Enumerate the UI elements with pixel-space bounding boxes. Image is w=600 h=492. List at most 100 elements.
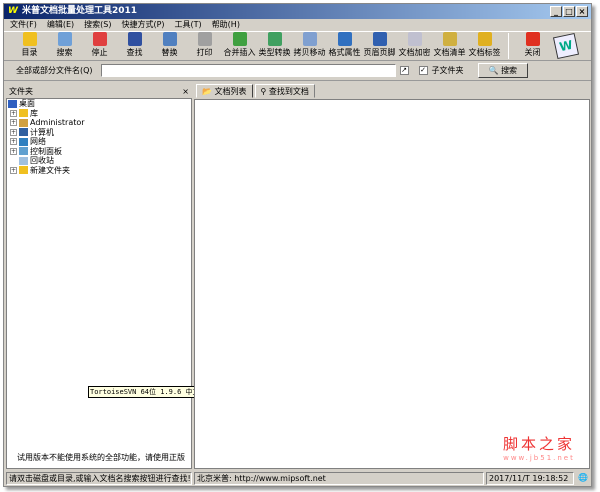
toolbar-icon — [407, 32, 422, 46]
toolbar-button[interactable]: 格式属性 — [327, 32, 362, 60]
folder-panel: 文件夹 × 桌面 + 库 + Administrator + 计算机 + 网络 + 控制面板 回收站 + 新… — [6, 86, 209, 469]
subfolder-checkbox[interactable]: ✓ — [418, 66, 428, 75]
toolbar-icon — [127, 32, 142, 46]
tree-node-label: 库 — [30, 108, 38, 118]
menu-help[interactable]: 帮助(H) — [212, 19, 240, 31]
globe-icon: 🌐 — [578, 473, 588, 482]
menu-bar: 文件(F) 编辑(E) 搜索(S) 快捷方式(P) 工具(T) 帮助(H) — [4, 19, 591, 31]
menu-search[interactable]: 搜索(S) — [84, 19, 111, 31]
toolbar-label: 文档加密 — [398, 48, 431, 57]
tree-node[interactable]: + 库 — [7, 109, 191, 119]
toolbar-label: 打印 — [196, 48, 213, 57]
tree-node[interactable]: + 新建文件夹 — [7, 166, 191, 176]
trial-notice: 试用版本不能使用系统的全部功能，请使用正版 — [17, 453, 185, 462]
folder-icon — [19, 137, 28, 146]
toolbar-button[interactable]: 搜索 — [47, 32, 82, 60]
menu-file[interactable]: 文件(F) — [10, 19, 37, 31]
toolbar-button[interactable]: 合并插入 — [222, 32, 257, 60]
folder-icon — [19, 109, 28, 118]
toolbar-icon — [197, 32, 212, 46]
tree-node-label: 桌面 — [19, 99, 35, 108]
search-button[interactable]: 🔍 搜索 — [477, 63, 529, 78]
window-title: 米普文档批量处理工具2011 — [21, 6, 137, 16]
toolbar-button[interactable]: 文档清单 — [432, 32, 467, 60]
toolbar-icon — [525, 32, 540, 46]
watermark-url: www.jb51.net — [503, 454, 575, 462]
tree-node-label: 新建文件夹 — [30, 165, 70, 175]
search-button-label: 搜索 — [501, 66, 518, 75]
filename-label: 全部或部分文件名(Q) — [16, 66, 93, 75]
menu-shortcut[interactable]: 快捷方式(P) — [121, 19, 164, 31]
toolbar-icon — [92, 32, 107, 46]
tree-node-label: 控制面板 — [30, 146, 62, 156]
tree-node[interactable]: + Administrator — [7, 118, 191, 128]
tab-document-list[interactable]: 📂 文档列表 — [196, 84, 253, 98]
status-hint: 请双击磁盘或目录,或输入文档名搜索按钮进行查找! — [6, 472, 192, 485]
maximize-button[interactable]: □ — [563, 6, 575, 17]
tree-node[interactable]: 回收站 — [7, 156, 191, 166]
app-logo-icon: W — [552, 32, 580, 60]
toolbar-label: 查找 — [126, 48, 143, 57]
app-logo-icon: W — [8, 6, 18, 16]
toolbar-button[interactable]: 关闭 — [515, 32, 550, 60]
filename-input[interactable] — [100, 64, 396, 77]
toolbar-label: 关闭 — [524, 48, 541, 57]
close-panel-icon[interactable]: × — [182, 86, 189, 97]
toolbar-icon — [442, 32, 457, 46]
document-list[interactable]: 脚本之家 www.jb51.net — [194, 99, 590, 469]
folder-panel-title: 文件夹 — [9, 87, 33, 96]
tree-node[interactable]: + 控制面板 — [7, 147, 191, 157]
expand-icon[interactable]: + — [10, 147, 17, 155]
toolbar-button[interactable]: 打印 — [187, 32, 222, 60]
toolbar-label: 文档清单 — [433, 48, 466, 57]
tab-found-documents[interactable]: ⚲ 查找到文档 — [254, 84, 315, 98]
toolbar-icon — [372, 32, 387, 46]
subfolder-label: 子文件夹 — [431, 66, 464, 75]
expand-icon[interactable]: + — [10, 138, 17, 146]
toolbar-icon — [302, 32, 317, 46]
browse-icon[interactable]: ↗ — [399, 66, 409, 75]
tree-node[interactable]: + 网络 — [7, 137, 191, 147]
toolbar-label: 文档标签 — [468, 48, 501, 57]
toolbar-button[interactable]: 拷贝移动 — [292, 32, 327, 60]
toolbar-button[interactable]: 停止 — [82, 32, 117, 60]
tree-node[interactable]: 桌面 — [7, 99, 191, 109]
toolbar-label: 格式属性 — [328, 48, 361, 57]
toolbar-button[interactable]: 文档标签 — [467, 32, 502, 60]
menu-tools[interactable]: 工具(T) — [175, 19, 202, 31]
expand-icon[interactable]: + — [10, 166, 17, 174]
expand-icon[interactable]: + — [10, 109, 17, 117]
tree-node-label: 回收站 — [30, 156, 54, 165]
toolbar-icon — [57, 32, 72, 46]
toolbar-icon — [22, 32, 37, 46]
folder-tree: 桌面 + 库 + Administrator + 计算机 + 网络 + 控制面板 回收站 + 新建文件夹试… — [6, 98, 192, 469]
folder-icon — [8, 99, 17, 108]
toolbar-button[interactable]: 目录 — [12, 32, 47, 60]
toolbar-label: 类型转换 — [258, 48, 291, 57]
toolbar-icon — [267, 32, 282, 46]
close-button[interactable]: × — [576, 6, 588, 17]
toolbar-button[interactable]: 文档加密 — [397, 32, 432, 60]
document-panel: 📂 文档列表 ⚲ 查找到文档 脚本之家 www.jb51.net — [194, 84, 590, 469]
watermark: 脚本之家 www.jb51.net — [503, 433, 575, 462]
status-datetime: 2017/11/T 19:18:52 — [486, 472, 574, 485]
expand-icon[interactable]: + — [10, 119, 17, 127]
tooltip: TortoiseSVN 64位 1.9.6 中文版 — [88, 386, 209, 398]
toolbar-button[interactable]: 替换 — [152, 32, 187, 60]
expand-icon[interactable]: + — [10, 128, 17, 136]
tree-node-label: Administrator — [30, 118, 85, 127]
watermark-text: 脚本之家 — [502, 435, 575, 453]
toolbar-icon — [232, 32, 247, 46]
tab-label: 查找到文档 — [268, 87, 309, 96]
tree-node-label: 网络 — [30, 137, 46, 146]
search-row: 全部或部分文件名(Q) ↗ ✓ 子文件夹 🔍 搜索 — [4, 61, 591, 81]
toolbar-label: 合并插入 — [223, 48, 256, 57]
tree-node[interactable]: + 计算机 — [7, 128, 191, 138]
minimize-button[interactable]: _ — [550, 6, 562, 17]
tab-label: 文档列表 — [214, 87, 247, 96]
title-bar: W 米普文档批量处理工具2011 _ □ × — [4, 4, 591, 19]
toolbar-button[interactable]: 类型转换 — [257, 32, 292, 60]
toolbar-button[interactable]: 查找 — [117, 32, 152, 60]
menu-edit[interactable]: 编辑(E) — [47, 19, 74, 31]
toolbar-button[interactable]: 页眉页脚 — [362, 32, 397, 60]
